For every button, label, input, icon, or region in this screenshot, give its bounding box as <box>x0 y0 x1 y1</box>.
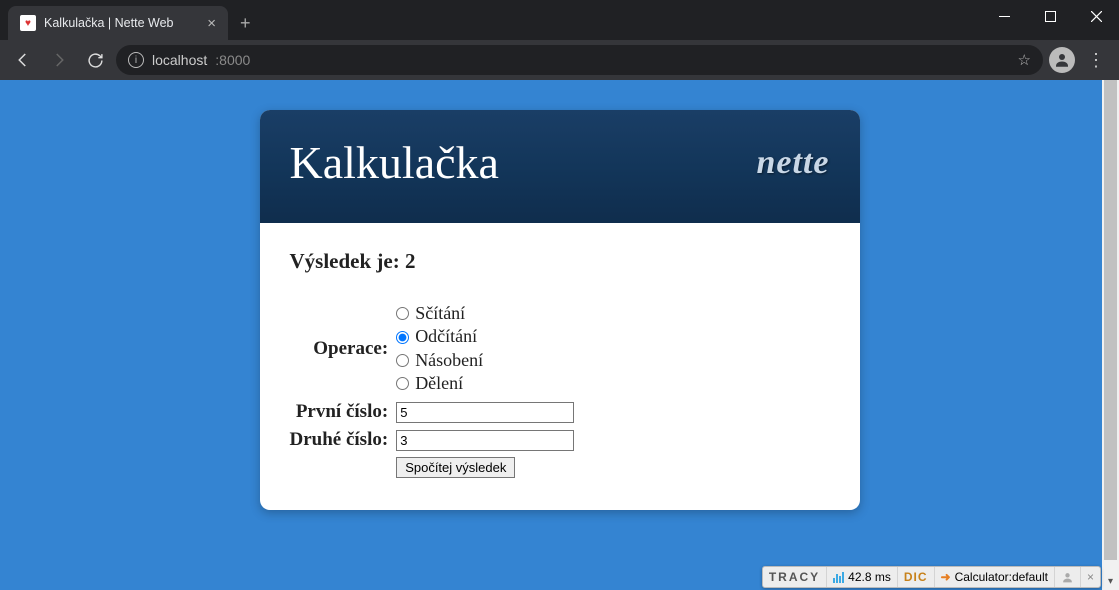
radio-add[interactable] <box>396 307 409 320</box>
site-info-icon[interactable]: i <box>128 52 144 68</box>
operation-option-add[interactable]: Sčítání <box>396 302 574 325</box>
window-controls <box>981 0 1119 32</box>
second-number-label: Druhé číslo: <box>290 426 397 454</box>
card-body: Výsledek je: 2 Operace: Sčítání Odčítání <box>260 223 860 510</box>
close-tab-icon[interactable]: × <box>207 15 216 32</box>
tracy-dic-panel[interactable]: DIC <box>898 567 935 587</box>
operation-option-mul[interactable]: Násobení <box>396 349 574 372</box>
favicon-icon: ♥ <box>20 15 36 31</box>
operation-option-sub[interactable]: Odčítání <box>396 325 574 348</box>
bookmark-star-icon[interactable]: ☆ <box>1018 51 1031 69</box>
url-host: localhost <box>152 52 207 68</box>
browser-menu-button[interactable]: ⋮ <box>1081 50 1111 71</box>
route-arrow-icon: ➜ <box>941 570 951 584</box>
first-number-input[interactable] <box>396 402 574 423</box>
window-titlebar: ♥ Kalkulačka | Nette Web × + <box>0 0 1119 40</box>
page-title: Kalkulačka <box>290 136 499 189</box>
tracy-debug-bar[interactable]: TRACY 42.8 ms DIC ➜ Calculator:default × <box>762 566 1101 588</box>
submit-button[interactable] <box>396 457 515 478</box>
result-label: Výsledek je: <box>290 249 405 273</box>
tracy-time-panel[interactable]: 42.8 ms <box>827 567 898 587</box>
bars-icon <box>833 572 844 583</box>
close-window-button[interactable] <box>1073 0 1119 32</box>
page-viewport: Kalkulačka nette Výsledek je: 2 Operace:… <box>0 80 1119 590</box>
minimize-button[interactable] <box>981 0 1027 32</box>
url-input[interactable]: i localhost :8000 ☆ <box>116 45 1043 75</box>
result-text: Výsledek je: 2 <box>290 249 830 274</box>
calculator-form: Operace: Sčítání Odčítání Násobení <box>290 300 575 480</box>
radio-mul-label: Násobení <box>415 349 483 372</box>
tab-title: Kalkulačka | Nette Web <box>44 16 199 30</box>
tracy-time: 42.8 ms <box>848 570 891 584</box>
second-number-input[interactable] <box>396 430 574 451</box>
result-value: 2 <box>405 249 416 273</box>
radio-sub-label: Odčítání <box>415 325 477 348</box>
vertical-scrollbar[interactable]: ▴ ▾ <box>1102 80 1119 590</box>
operation-label: Operace: <box>290 300 397 398</box>
tracy-logo[interactable]: TRACY <box>763 567 827 587</box>
first-number-label: První číslo: <box>290 398 397 426</box>
maximize-button[interactable] <box>1027 0 1073 32</box>
new-tab-button[interactable]: + <box>240 13 251 34</box>
tracy-user-panel[interactable] <box>1055 567 1081 587</box>
radio-add-label: Sčítání <box>415 302 465 325</box>
url-port: :8000 <box>215 52 250 68</box>
radio-div-label: Dělení <box>415 372 463 395</box>
tracy-route-panel[interactable]: ➜ Calculator:default <box>935 567 1055 587</box>
forward-button[interactable] <box>44 45 74 75</box>
radio-sub[interactable] <box>396 331 409 344</box>
operation-option-div[interactable]: Dělení <box>396 372 574 395</box>
reload-button[interactable] <box>80 45 110 75</box>
nette-logo: nette <box>757 144 830 182</box>
calculator-card: Kalkulačka nette Výsledek je: 2 Operace:… <box>260 110 860 510</box>
user-icon <box>1061 571 1074 584</box>
scroll-down-icon[interactable]: ▾ <box>1102 573 1119 590</box>
browser-tab[interactable]: ♥ Kalkulačka | Nette Web × <box>8 6 228 40</box>
radio-mul[interactable] <box>396 354 409 367</box>
card-header: Kalkulačka nette <box>260 110 860 223</box>
back-button[interactable] <box>8 45 38 75</box>
radio-div[interactable] <box>396 377 409 390</box>
tracy-close-icon[interactable]: × <box>1081 570 1100 584</box>
profile-avatar-icon[interactable] <box>1049 47 1075 73</box>
tracy-route: Calculator:default <box>955 570 1048 584</box>
scrollbar-thumb[interactable] <box>1104 80 1117 560</box>
address-bar: i localhost :8000 ☆ ⋮ <box>0 40 1119 80</box>
